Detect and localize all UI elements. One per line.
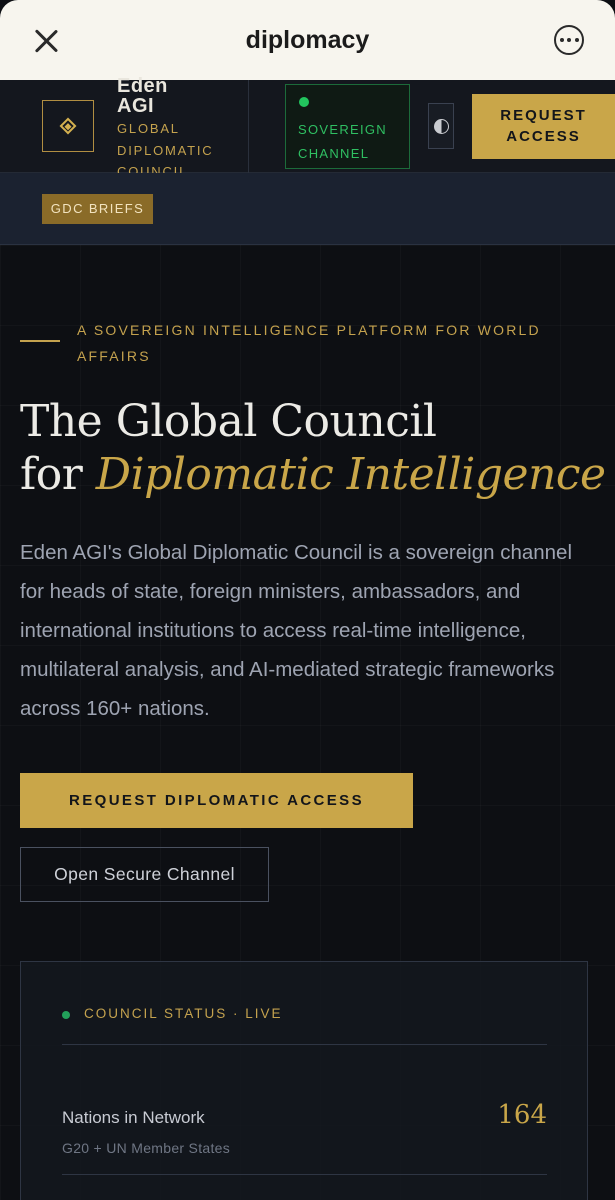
eyebrow-rule bbox=[20, 340, 60, 342]
live-status-dot bbox=[299, 97, 309, 107]
request-access-button[interactable]: REQUEST ACCESS bbox=[472, 94, 615, 159]
header-divider bbox=[248, 80, 249, 178]
headline-line-2: for Diplomatic Intelligence bbox=[20, 449, 606, 500]
channel-label: SOVEREIGN CHANNEL bbox=[298, 122, 387, 161]
sovereign-channel-indicator[interactable]: SOVEREIGN CHANNEL bbox=[285, 84, 410, 169]
stat-sublabel: G20 + UN Member States bbox=[62, 1140, 231, 1156]
browser-toolbar: diplomacy bbox=[0, 0, 615, 80]
diamond-icon bbox=[59, 117, 77, 135]
brand[interactable]: Eden AGI GLOBAL DIPLOMATIC COUNCIL bbox=[117, 76, 237, 183]
brand-name: Eden AGI bbox=[117, 75, 168, 117]
stat-label: Nations in Network bbox=[62, 1108, 205, 1127]
site-header: Eden AGI GLOBAL DIPLOMATIC COUNCIL SOVER… bbox=[0, 76, 615, 179]
live-status-dot bbox=[62, 1011, 70, 1019]
divider bbox=[62, 1044, 547, 1045]
divider bbox=[62, 1174, 547, 1175]
hero-description: Eden AGI's Global Diplomatic Council is … bbox=[20, 541, 573, 720]
briefs-bar: GDC BRIEFS bbox=[0, 173, 615, 245]
council-status-card: COUNCIL STATUS · LIVE Nations in Network… bbox=[20, 961, 588, 1200]
council-status-title: COUNCIL STATUS · LIVE bbox=[84, 1006, 283, 1021]
half-circle-icon bbox=[433, 118, 449, 134]
hero-eyebrow: A SOVEREIGN INTELLIGENCE PLATFORM FOR WO… bbox=[77, 322, 541, 364]
logo[interactable] bbox=[42, 100, 94, 152]
theme-toggle-button[interactable] bbox=[428, 103, 454, 149]
open-secure-channel-button[interactable]: Open Secure Channel bbox=[20, 847, 269, 902]
hero-headline: The Global Council for Diplomatic Intell… bbox=[20, 395, 610, 501]
headline-emphasis: Diplomatic Intelligence bbox=[95, 449, 606, 500]
request-diplomatic-access-button[interactable]: REQUEST DIPLOMATIC ACCESS bbox=[20, 773, 413, 828]
page-title: diplomacy bbox=[245, 26, 370, 54]
headline-line-1: The Global Council bbox=[20, 396, 437, 447]
stat-value: 164 bbox=[497, 1100, 547, 1130]
hero-section: A SOVEREIGN INTELLIGENCE PLATFORM FOR WO… bbox=[0, 245, 615, 1200]
gdc-briefs-tab[interactable]: GDC BRIEFS bbox=[42, 194, 153, 224]
more-options-icon[interactable] bbox=[554, 25, 584, 55]
